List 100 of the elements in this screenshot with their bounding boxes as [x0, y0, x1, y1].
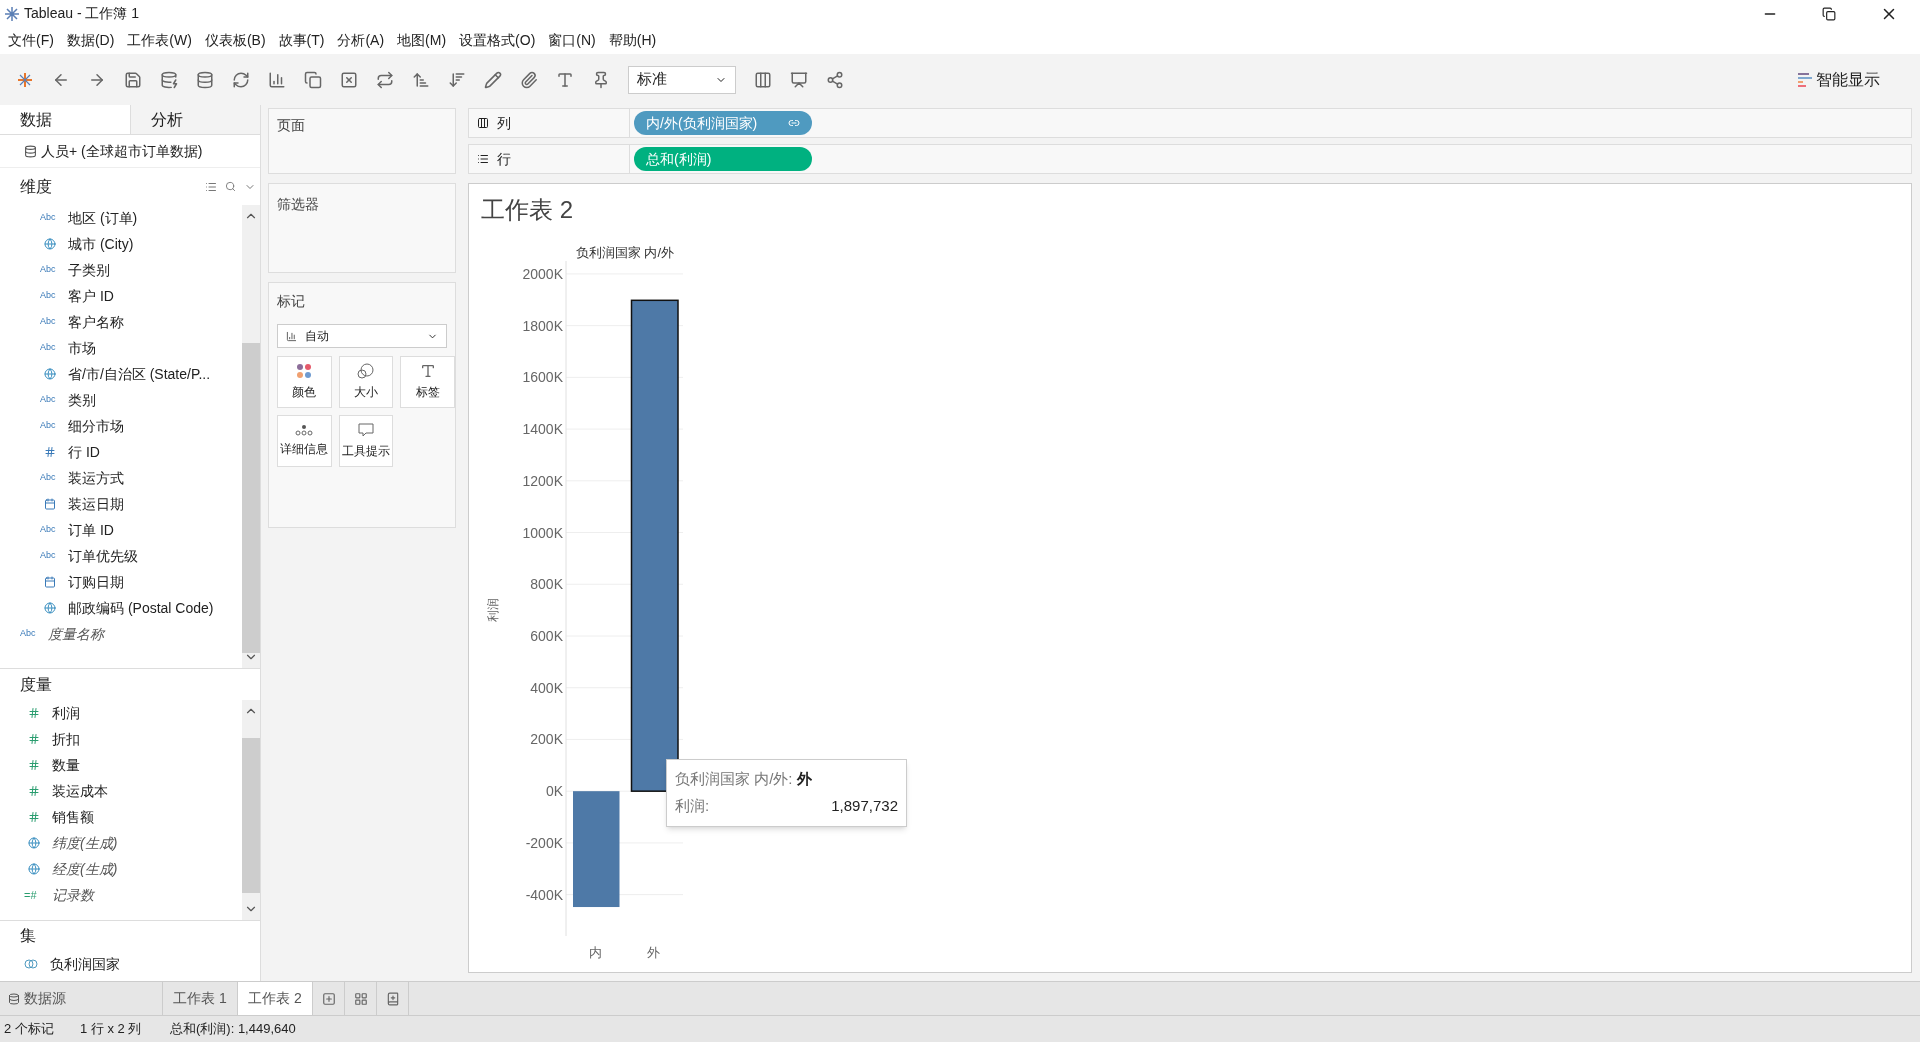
share-icon[interactable] [826, 70, 844, 89]
field-type-label: =# [24, 887, 38, 903]
axis-tick-label: -400K [525, 886, 563, 903]
fit-dropdown[interactable]: 标准 [628, 65, 736, 94]
field-item[interactable]: 装运日期 [68, 493, 124, 515]
field-item[interactable]: 记录数 [52, 884, 94, 906]
field-item[interactable]: 订单优先级 [68, 545, 138, 567]
menu-item[interactable]: 故事(T) [278, 30, 325, 51]
field-item[interactable]: 邮政编码 (Postal Code) [68, 597, 214, 619]
field-type-label: Abc [40, 211, 57, 225]
globe-icon [28, 863, 40, 875]
show-me-button[interactable]: 智能显示 [1798, 67, 1880, 92]
data-source-icon [24, 144, 37, 158]
presentation-icon[interactable] [790, 70, 808, 89]
menu-item[interactable]: 设置格式(O) [459, 30, 536, 51]
menu-item[interactable]: 地图(M) [397, 30, 447, 51]
text-label-icon [419, 363, 436, 379]
restore-icon[interactable] [1822, 6, 1836, 21]
globe-icon [44, 368, 56, 380]
field-item[interactable]: 客户名称 [68, 311, 124, 333]
hash-icon [28, 707, 40, 719]
pane-tab[interactable]: 分析 [129, 105, 260, 135]
axis-tick-label: 1400K [522, 421, 563, 438]
scrollbar-thumb[interactable] [242, 343, 260, 653]
field-item[interactable]: 类别 [68, 389, 96, 411]
text-icon[interactable] [556, 70, 574, 89]
field-item[interactable]: 城市 (City) [68, 233, 134, 255]
scrollbar-thumb[interactable] [242, 738, 260, 893]
menu-item[interactable]: 窗口(N) [548, 30, 596, 51]
field-item[interactable]: 装运方式 [68, 467, 124, 489]
menu-item[interactable]: 仪表板(B) [204, 30, 266, 51]
status-text: 2 个标记 [3, 1020, 55, 1039]
new-sheet-icon[interactable] [268, 70, 286, 89]
mark-property-button[interactable]: 详细信息 [277, 415, 332, 467]
menu-item[interactable]: 分析(A) [337, 30, 385, 51]
field-item[interactable]: 经度(生成) [52, 858, 118, 880]
field-item[interactable]: 纬度(生成) [52, 832, 118, 854]
menu-item[interactable]: 工作表(W) [127, 30, 192, 51]
field-item[interactable]: 度量名称 [48, 623, 104, 645]
field-item[interactable]: 负利润国家 [50, 953, 120, 975]
card-title: 筛选器 [277, 196, 319, 212]
field-item[interactable]: 利润 [52, 702, 80, 724]
field-type-label: Abc [40, 341, 57, 355]
scrollbar[interactable] [242, 700, 260, 920]
axis-tick-label: 800K [530, 576, 563, 593]
mark-property-button[interactable]: 标签 [400, 356, 455, 408]
mark-property-button[interactable]: 大小 [338, 356, 394, 408]
column-header: 负利润国家 内/外 [575, 245, 675, 260]
color-dots-icon [296, 363, 313, 379]
axis-tick-label: 0K [545, 783, 563, 800]
field-item[interactable]: 折扣 [52, 728, 80, 750]
paperclip-icon[interactable] [520, 70, 538, 89]
field-item[interactable]: 省/市/自治区 (State/P... [68, 363, 211, 385]
window-title: Tableau - 工作簿 1 [24, 4, 140, 23]
pen-icon[interactable] [484, 70, 502, 89]
hash-icon [28, 785, 40, 797]
duplicate-icon[interactable] [304, 70, 322, 89]
field-item[interactable]: 行 ID [68, 441, 100, 463]
mark-type-dropdown[interactable]: 自动 [277, 324, 447, 348]
field-item[interactable]: 销售额 [52, 806, 94, 828]
hash-icon [28, 733, 40, 745]
mark-property-button[interactable]: 颜色 [277, 356, 332, 408]
axis-tick-label: 1600K [522, 369, 563, 386]
field-item[interactable]: 客户 ID [68, 285, 114, 307]
mark-property-button[interactable]: 工具提示 [338, 415, 394, 467]
field-item[interactable]: 订单 ID [68, 519, 114, 541]
tooltip-value: 外 [796, 769, 812, 789]
calendar-icon [44, 498, 56, 510]
menu-item[interactable]: 文件(F) [8, 30, 54, 51]
data-source-name[interactable]: 人员+ (全球超市订单数据) [41, 140, 203, 162]
search-icon[interactable] [225, 181, 236, 192]
sort-ascending-icon[interactable] [412, 70, 430, 89]
sheet-tab[interactable]: 工作表 2 [238, 982, 313, 1015]
swap-icon[interactable] [376, 70, 394, 89]
scrollbar[interactable] [242, 205, 260, 668]
field-item[interactable]: 订购日期 [68, 571, 124, 593]
field-item[interactable]: 地区 (订单) [68, 207, 138, 229]
field-item[interactable]: 数量 [52, 754, 80, 776]
axis-tick-label: 1200K [522, 472, 563, 489]
field-type-label: Abc [40, 393, 57, 407]
axis-tick-label: 1000K [522, 524, 563, 541]
save-icon[interactable] [124, 70, 142, 89]
field-type-label: Abc [40, 523, 57, 537]
category-label: 外 [647, 945, 661, 960]
field-item[interactable]: 细分市场 [68, 415, 124, 437]
sort-descending-icon[interactable] [448, 70, 466, 89]
refresh-icon[interactable] [232, 70, 250, 89]
tooltip-value: 1,897,732 [831, 795, 898, 816]
field-type-label: Abc [20, 627, 37, 641]
field-item[interactable]: 子类别 [68, 259, 110, 281]
rows-icon [477, 153, 489, 165]
list-view-icon[interactable] [205, 180, 217, 193]
field-item[interactable]: 装运成本 [52, 780, 108, 802]
pin-icon[interactable] [592, 70, 610, 89]
clear-sheet-icon[interactable] [340, 70, 358, 89]
field-item[interactable]: 市场 [68, 337, 96, 359]
new-data-source-icon[interactable] [160, 70, 178, 89]
show-cards-icon[interactable] [754, 70, 772, 89]
menu-item[interactable]: 数据(D) [66, 30, 115, 51]
menu-item[interactable]: 帮助(H) [608, 30, 657, 51]
